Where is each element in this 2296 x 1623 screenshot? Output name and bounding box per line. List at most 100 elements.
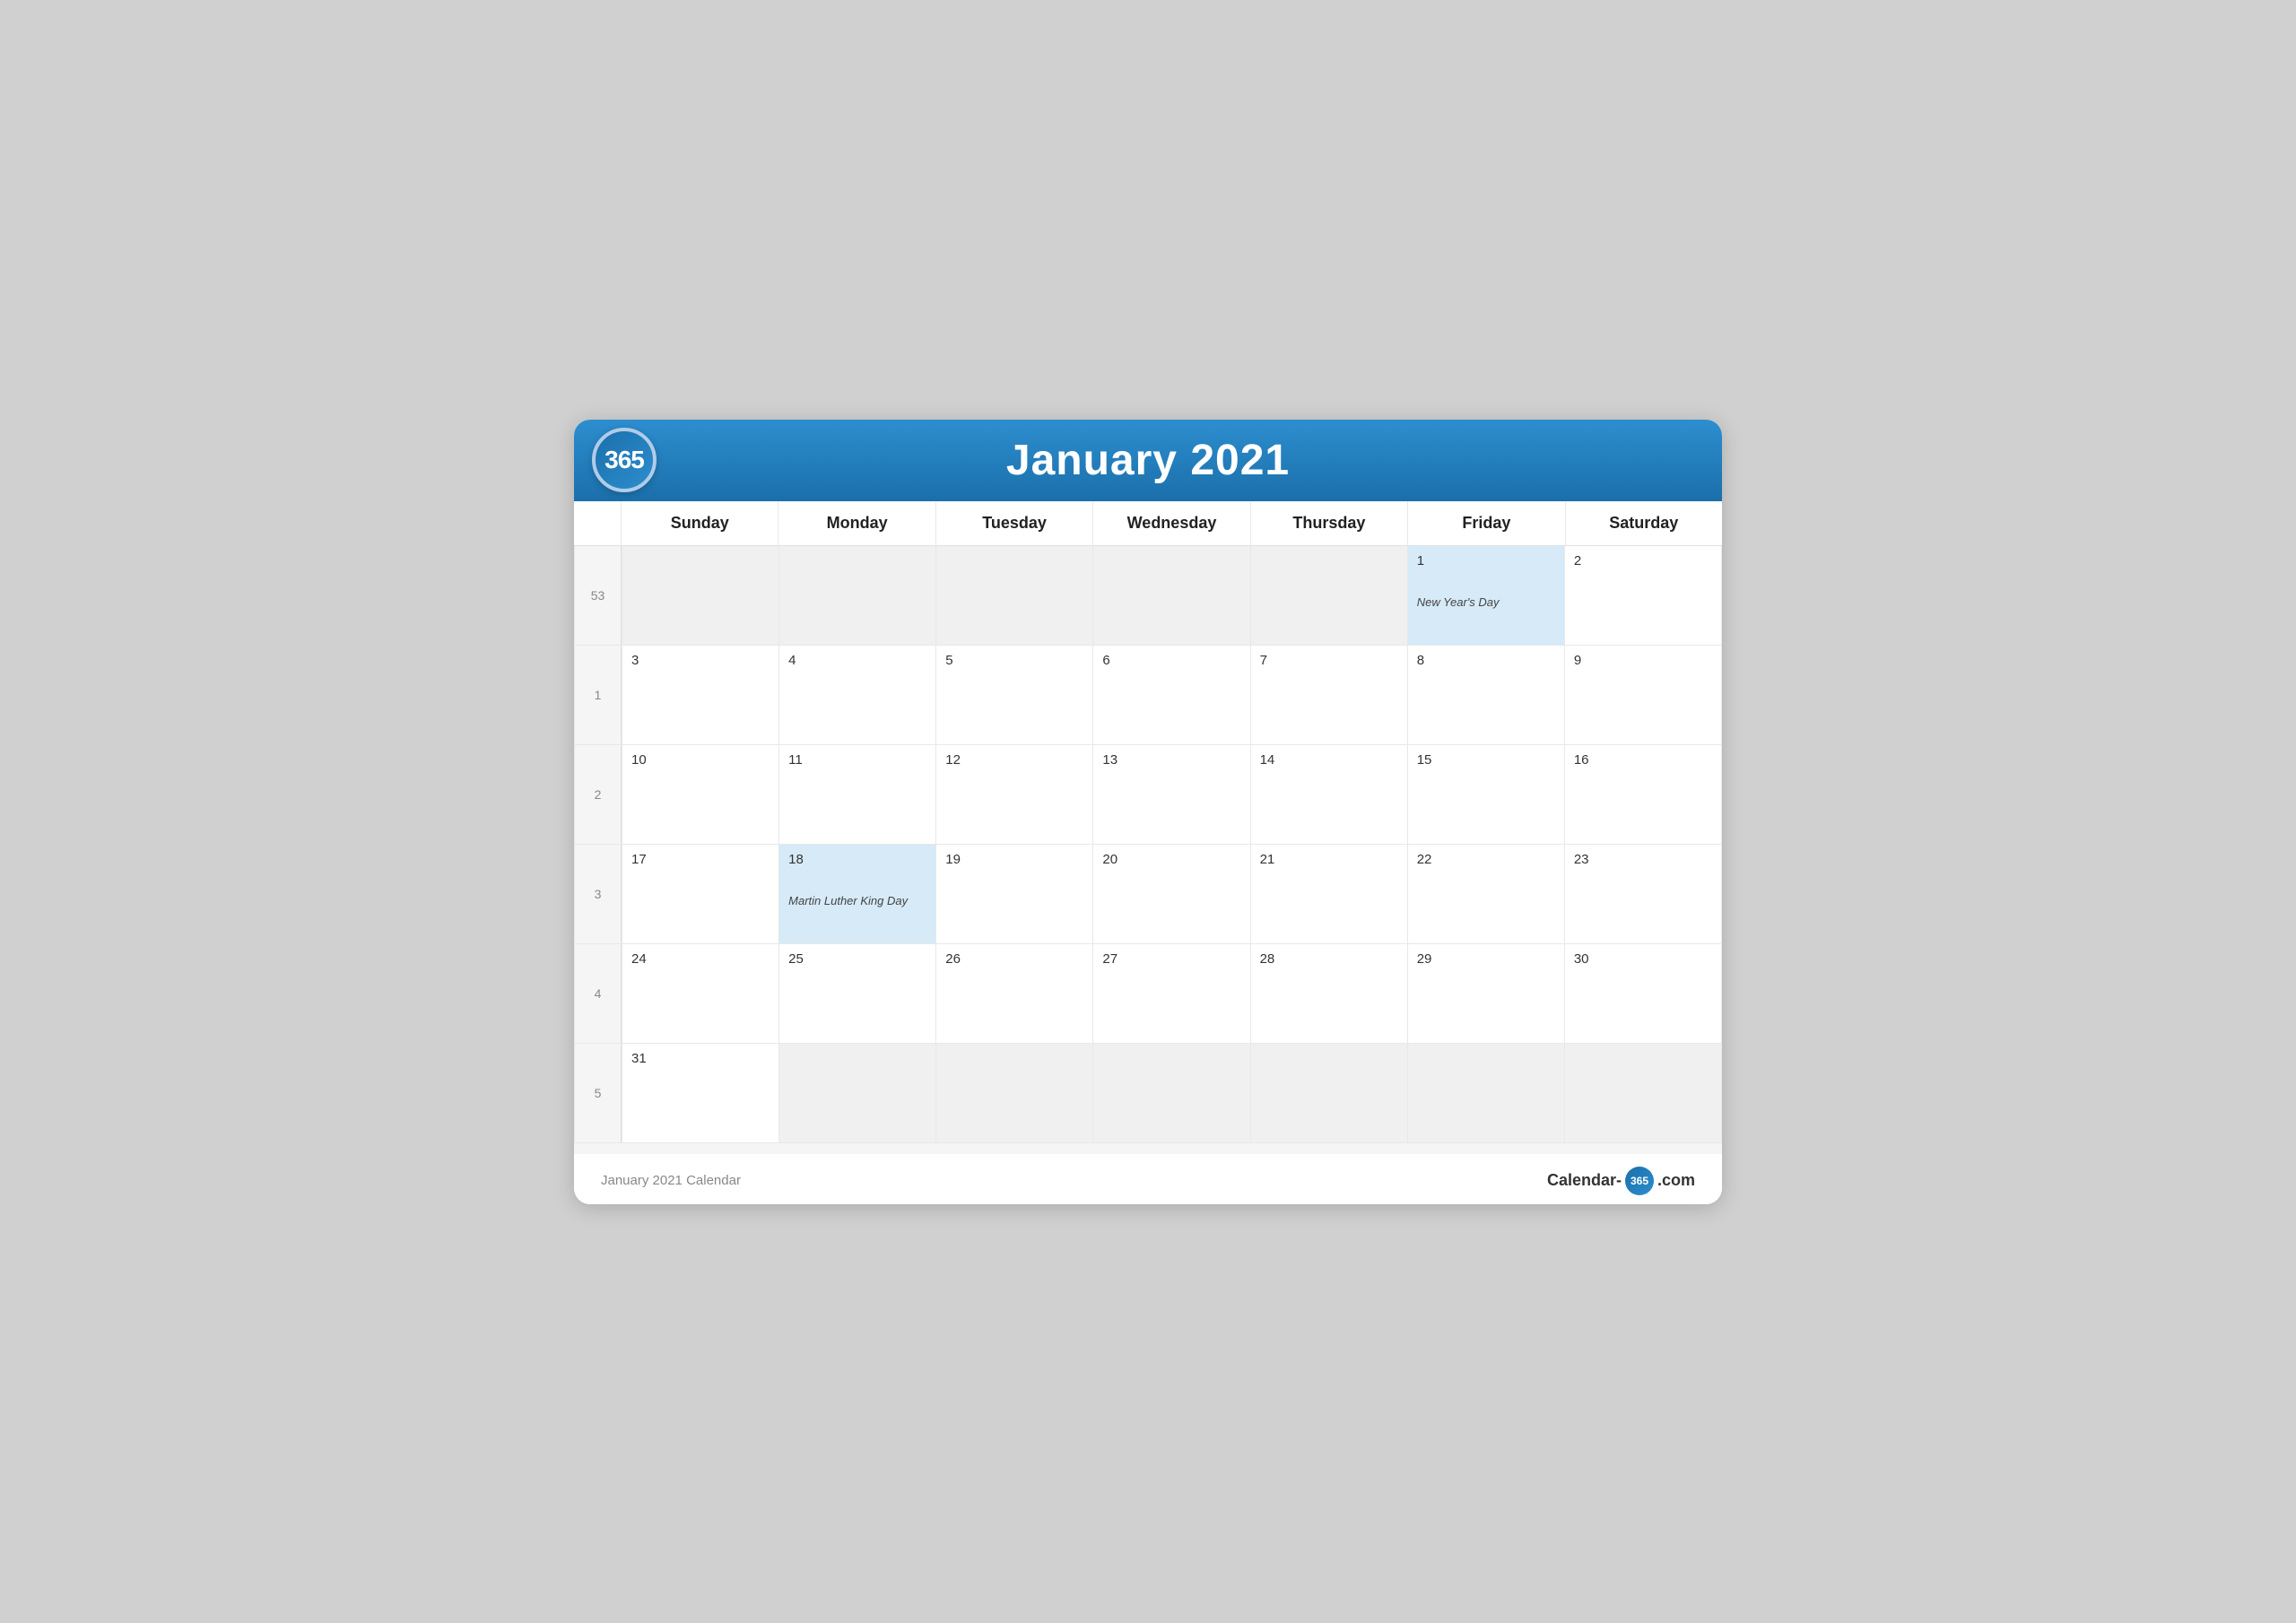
day-number: 20 — [1102, 852, 1240, 867]
day-number: 10 — [631, 752, 770, 768]
day-cell-5[interactable]: 5 — [936, 646, 1092, 744]
day-cell-empty-5-1[interactable] — [779, 1044, 935, 1142]
day-number: 2 — [1574, 553, 1712, 568]
week-number-0: 53 — [575, 546, 622, 645]
day-cell-25[interactable]: 25 — [779, 944, 935, 1043]
day-header-monday: Monday — [778, 501, 935, 545]
footer-logo-circle: 365 — [1625, 1167, 1654, 1195]
day-cell-19[interactable]: 19 — [936, 845, 1092, 943]
day-cell-21[interactable]: 21 — [1251, 845, 1407, 943]
day-number: 6 — [1102, 653, 1240, 668]
day-header-friday: Friday — [1407, 501, 1564, 545]
day-number: 19 — [945, 852, 1083, 867]
day-cell-13[interactable]: 13 — [1093, 745, 1249, 844]
footer-left-text: January 2021 Calendar — [601, 1173, 741, 1188]
day-cell-empty-5-3[interactable] — [1093, 1044, 1249, 1142]
day-cell-1[interactable]: 1 New Year's Day — [1408, 546, 1564, 645]
day-cell-11[interactable]: 11 — [779, 745, 935, 844]
week-number-5: 5 — [575, 1044, 622, 1142]
day-cell-empty-0-2[interactable] — [936, 546, 1092, 645]
day-cell-empty-0-3[interactable] — [1093, 546, 1249, 645]
day-cell-24[interactable]: 24 — [622, 944, 778, 1043]
day-cell-16[interactable]: 16 — [1565, 745, 1721, 844]
day-number: 5 — [945, 653, 1083, 668]
day-cell-empty-0-4[interactable] — [1251, 546, 1407, 645]
day-number: 14 — [1260, 752, 1398, 768]
day-number: 21 — [1260, 852, 1398, 867]
calendar-container: SundayMondayTuesdayWednesdayThursdayFrid… — [574, 501, 1722, 1154]
calendar-page: 365 January 2021 SundayMondayTuesdayWedn… — [574, 420, 1722, 1204]
day-header-sunday: Sunday — [621, 501, 778, 545]
day-cell-2[interactable]: 2 — [1565, 546, 1721, 645]
week-number-header-spacer — [574, 501, 621, 545]
week-number-4: 4 — [575, 944, 622, 1043]
day-cell-23[interactable]: 23 — [1565, 845, 1721, 943]
day-number: 31 — [631, 1051, 770, 1066]
day-number: 30 — [1574, 951, 1712, 967]
day-number: 1 — [1417, 553, 1555, 568]
day-number: 23 — [1574, 852, 1712, 867]
day-cell-8[interactable]: 8 — [1408, 646, 1564, 744]
page-title: January 2021 — [1006, 436, 1290, 485]
day-cell-9[interactable]: 9 — [1565, 646, 1721, 744]
day-number: 27 — [1102, 951, 1240, 967]
day-number: 25 — [788, 951, 926, 967]
day-cell-7[interactable]: 7 — [1251, 646, 1407, 744]
day-header-saturday: Saturday — [1565, 501, 1722, 545]
week-number-1: 1 — [575, 646, 622, 744]
day-cell-empty-5-2[interactable] — [936, 1044, 1092, 1142]
day-cell-empty-5-5[interactable] — [1408, 1044, 1564, 1142]
day-number: 24 — [631, 951, 770, 967]
calendar-header: 365 January 2021 — [574, 420, 1722, 501]
day-number: 29 — [1417, 951, 1555, 967]
week-number-3: 3 — [575, 845, 622, 943]
day-cell-26[interactable]: 26 — [936, 944, 1092, 1043]
day-number: 12 — [945, 752, 1083, 768]
day-cell-31[interactable]: 31 — [622, 1044, 778, 1142]
day-cell-22[interactable]: 22 — [1408, 845, 1564, 943]
day-number: 26 — [945, 951, 1083, 967]
day-cell-3[interactable]: 3 — [622, 646, 778, 744]
day-number: 16 — [1574, 752, 1712, 768]
day-cell-empty-5-4[interactable] — [1251, 1044, 1407, 1142]
holiday-label: New Year's Day — [1417, 595, 1555, 609]
day-cell-15[interactable]: 15 — [1408, 745, 1564, 844]
day-header-thursday: Thursday — [1250, 501, 1407, 545]
day-number: 9 — [1574, 653, 1712, 668]
day-cell-10[interactable]: 10 — [622, 745, 778, 844]
day-cell-18[interactable]: 18 Martin Luther King Day — [779, 845, 935, 943]
footer-brand-post: .com — [1657, 1171, 1695, 1190]
day-cell-17[interactable]: 17 — [622, 845, 778, 943]
day-cell-empty-5-6[interactable] — [1565, 1044, 1721, 1142]
day-cell-29[interactable]: 29 — [1408, 944, 1564, 1043]
day-cell-empty-0-0[interactable] — [622, 546, 778, 645]
day-header-tuesday: Tuesday — [935, 501, 1092, 545]
day-number: 22 — [1417, 852, 1555, 867]
holiday-label: Martin Luther King Day — [788, 894, 926, 907]
day-number: 28 — [1260, 951, 1398, 967]
day-number: 3 — [631, 653, 770, 668]
day-number: 15 — [1417, 752, 1555, 768]
day-cell-empty-0-1[interactable] — [779, 546, 935, 645]
day-number: 7 — [1260, 653, 1398, 668]
day-number: 8 — [1417, 653, 1555, 668]
day-cell-30[interactable]: 30 — [1565, 944, 1721, 1043]
footer-brand-pre: Calendar- — [1547, 1171, 1622, 1190]
day-cell-27[interactable]: 27 — [1093, 944, 1249, 1043]
day-headers-row: SundayMondayTuesdayWednesdayThursdayFrid… — [574, 501, 1722, 546]
day-cell-28[interactable]: 28 — [1251, 944, 1407, 1043]
logo-circle: 365 — [592, 428, 657, 492]
calendar-grid: 531New Year's Day21345678921011121314151… — [574, 546, 1722, 1143]
week-number-2: 2 — [575, 745, 622, 844]
day-cell-4[interactable]: 4 — [779, 646, 935, 744]
day-number: 18 — [788, 852, 926, 867]
calendar-footer: January 2021 Calendar Calendar- 365 .com — [574, 1154, 1722, 1204]
day-cell-6[interactable]: 6 — [1093, 646, 1249, 744]
day-cell-14[interactable]: 14 — [1251, 745, 1407, 844]
day-number: 17 — [631, 852, 770, 867]
day-number: 11 — [788, 752, 926, 768]
day-cell-12[interactable]: 12 — [936, 745, 1092, 844]
footer-right-brand: Calendar- 365 .com — [1547, 1167, 1695, 1195]
day-cell-20[interactable]: 20 — [1093, 845, 1249, 943]
day-number: 4 — [788, 653, 926, 668]
